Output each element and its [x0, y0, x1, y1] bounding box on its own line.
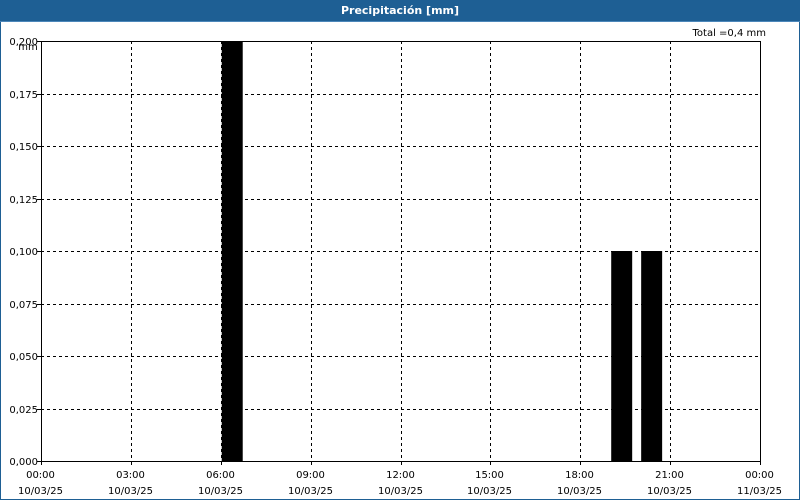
x-tick-date-label: 10/03/25 [378, 486, 423, 497]
y-tick-label: 0,125 [9, 195, 38, 206]
y-tick-label: 0,025 [9, 405, 38, 416]
x-tick-date-label: 10/03/25 [18, 486, 63, 497]
x-tick-time-label: 12:00 [386, 470, 415, 481]
x-tick-date-label: 10/03/25 [108, 486, 153, 497]
x-tick-time-label: 15:00 [475, 470, 504, 481]
x-tick-time-label: 00:00 [745, 470, 774, 481]
y-axis-unit-label: mm [18, 42, 37, 53]
y-tick-label: 0,100 [9, 247, 38, 258]
x-tick-date-label: 10/03/25 [647, 486, 692, 497]
y-tick-label: 0,150 [9, 142, 38, 153]
x-tick-time-label: 21:00 [655, 470, 684, 481]
x-tick-date-label: 11/03/25 [737, 486, 782, 497]
x-tick-date-label: 10/03/25 [557, 486, 602, 497]
chart-window: Precipitación [mm] 0,000 0,025 0,050 0,075 0… [0, 0, 800, 500]
x-tick-time-label: 06:00 [206, 470, 235, 481]
x-tick-date-label: 10/03/25 [198, 486, 243, 497]
x-tick-time-label: 18:00 [565, 470, 594, 481]
x-tick-time-label: 00:00 [26, 470, 55, 481]
precipitation-chart: 0,000 0,025 0,050 0,075 0,100 0,125 0,150 0,175… [9, 28, 782, 497]
x-tick-time-label: 09:00 [296, 470, 325, 481]
precip-bar [221, 41, 243, 461]
y-tick-label: 0,175 [9, 90, 38, 101]
y-tick-label: 0,000 [9, 457, 38, 468]
total-label: Total =0,4 mm [692, 28, 766, 39]
y-tick-label: 0,050 [9, 352, 38, 363]
x-tick-time-label: 03:00 [116, 470, 145, 481]
x-axis-ticks: 00:00 10/03/25 03:00 10/03/25 06:00 10/03/25 0… [18, 461, 782, 497]
precip-bar [611, 251, 633, 461]
x-tick-date-label: 10/03/25 [467, 486, 512, 497]
precip-bar [641, 251, 663, 461]
y-tick-label: 0,075 [9, 300, 38, 311]
x-tick-date-label: 10/03/25 [288, 486, 333, 497]
y-axis-ticks: 0,000 0,025 0,050 0,075 0,100 0,125 0,150 0,175… [9, 37, 41, 468]
